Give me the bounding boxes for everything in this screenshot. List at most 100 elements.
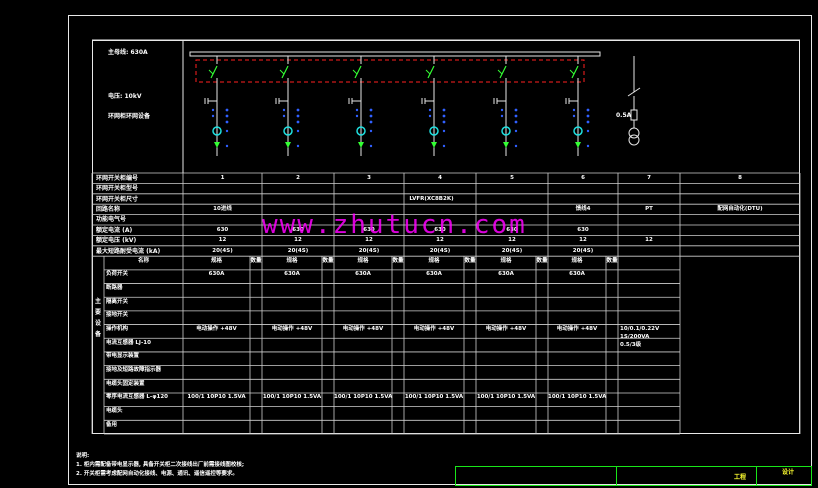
cabinet-number: 7 bbox=[647, 174, 651, 181]
equip-header-name: 名称 bbox=[137, 257, 149, 264]
equip-header-qty: 数量 bbox=[464, 257, 476, 264]
title-block: 工程 设计 bbox=[455, 466, 812, 486]
row-label: 环网开关柜编号 bbox=[96, 174, 139, 182]
feeder-bay-4 bbox=[421, 56, 446, 156]
switch-group-outline bbox=[195, 59, 585, 83]
load-switch-spec: 630A bbox=[569, 271, 585, 278]
equip-header-spec: 规格 bbox=[286, 257, 298, 264]
equip-header-spec: 规格 bbox=[571, 257, 583, 264]
ct-symbol bbox=[296, 120, 300, 124]
cabinet-model: LVFR(XC8B2K) bbox=[409, 195, 454, 202]
row-label: 回路名称 bbox=[96, 206, 121, 213]
equip-row-label: 电流互感器 LJ-10 bbox=[106, 339, 151, 346]
equip-row-label: 备用 bbox=[106, 421, 118, 428]
zero-ct-spec: 100/1 10P10 1.5VA bbox=[404, 394, 464, 401]
equip-row-label: 电缆头 bbox=[106, 408, 123, 415]
cable-arrow bbox=[503, 142, 509, 148]
cable-arrow bbox=[214, 142, 220, 148]
feeder-bay-2 bbox=[275, 56, 300, 156]
cable-arrow bbox=[431, 142, 437, 148]
ct-symbol bbox=[586, 114, 590, 118]
rated-current: 630 bbox=[216, 226, 229, 233]
feeder-bay-1 bbox=[204, 56, 229, 156]
equip-header-spec: 规格 bbox=[210, 257, 222, 264]
equip-header-qty: 数量 bbox=[392, 257, 404, 264]
pt-spec: 10/0.1/0.22V bbox=[620, 326, 660, 333]
zero-ct-spec: 100/1 10P10 1.5VA bbox=[262, 394, 322, 401]
ct-symbol bbox=[369, 114, 373, 118]
operation-spec: 电动操作 +48V bbox=[556, 326, 598, 333]
equip-row-label: 接地开关 bbox=[106, 312, 129, 319]
zero-ct-spec: 100/1 10P10 1.5VA bbox=[476, 394, 536, 401]
load-switch-symbol bbox=[427, 65, 435, 79]
short-circuit-current: 20(4S) bbox=[287, 247, 309, 254]
short-circuit-current: 20(4S) bbox=[429, 247, 451, 254]
feeder-bay-3 bbox=[348, 56, 373, 156]
rated-current: 630 bbox=[577, 226, 589, 233]
equip-header-spec: 规格 bbox=[357, 257, 369, 264]
equip-header-qty: 数量 bbox=[250, 257, 262, 264]
equip-row-label: 带电显示装置 bbox=[106, 353, 140, 360]
row-label: 环网开关柜型号 bbox=[96, 185, 139, 193]
cabinet-number: 3 bbox=[367, 174, 371, 181]
row-label: 最大短路耐受电流 (kA) bbox=[96, 247, 161, 255]
load-switch-symbol bbox=[281, 65, 289, 79]
load-switch-symbol bbox=[571, 65, 579, 79]
zero-ct-spec: 100/1 10P10 1.5VA bbox=[334, 394, 393, 401]
zero-ct-spec: 100/1 10P10 1.5VA bbox=[548, 394, 607, 401]
cabinet-number: 2 bbox=[296, 174, 300, 181]
load-switch-symbol bbox=[210, 65, 218, 79]
equip-row-label: 电缆头固定装置 bbox=[106, 380, 145, 387]
short-circuit-current: 20(4S) bbox=[358, 247, 380, 254]
row-label: 环网开关柜尺寸 bbox=[96, 195, 139, 203]
rated-voltage: 12 bbox=[579, 237, 587, 244]
fuse-label: 0.5A bbox=[616, 112, 632, 119]
equip-header-qty: 数量 bbox=[606, 257, 618, 264]
ct-symbol bbox=[369, 120, 373, 124]
ct-symbol bbox=[514, 120, 518, 124]
feeder-bay-6 bbox=[565, 56, 590, 156]
circuit-name: 配网自动化(DTU) bbox=[717, 206, 763, 212]
equip-header-qty: 数量 bbox=[536, 257, 548, 264]
ct-symbol bbox=[586, 108, 590, 112]
row-label: 额定电压 (kV) bbox=[96, 237, 137, 245]
load-switch-symbol bbox=[499, 65, 507, 79]
short-circuit-current: 20(4S) bbox=[212, 247, 233, 254]
row-label: 功能电气号 bbox=[96, 216, 127, 224]
equip-row-label: 负荷开关 bbox=[106, 271, 129, 278]
ct-symbol bbox=[225, 108, 229, 112]
equip-row-label: 零序电流互感器 L-φ120 bbox=[106, 394, 168, 401]
ct-symbol bbox=[369, 108, 373, 112]
pt-bay bbox=[627, 56, 641, 146]
rated-voltage: 12 bbox=[218, 237, 227, 244]
cable-arrow bbox=[285, 142, 291, 148]
load-switch-spec: 630A bbox=[355, 271, 371, 278]
notes: 说明: 1. 柜内需配备带电显示器, 具备开关柜二次接线出厂前需接线图校核; 2… bbox=[76, 452, 244, 479]
equip-row-label: 隔离开关 bbox=[106, 298, 129, 305]
title-block-design: 设计 bbox=[782, 469, 795, 476]
equip-row-label: 断路器 bbox=[106, 285, 123, 292]
operation-spec: 电动操作 +48V bbox=[271, 326, 313, 333]
ct-symbol bbox=[225, 120, 229, 124]
load-switch-spec: 630A bbox=[426, 271, 442, 278]
operation-spec: 电动操作 +48V bbox=[196, 326, 237, 333]
load-switch-spec: 630A bbox=[498, 271, 514, 278]
equipment-section-label: 主要设备 bbox=[95, 298, 102, 339]
short-circuit-current: 20(4S) bbox=[501, 247, 523, 254]
rated-voltage: 12 bbox=[645, 237, 653, 244]
ct-symbol bbox=[225, 114, 229, 118]
ct-symbol bbox=[586, 120, 590, 124]
ct-symbol bbox=[514, 108, 518, 112]
circuit-name: 馈线4 bbox=[575, 206, 591, 212]
equip-header-qty: 数量 bbox=[322, 257, 334, 264]
ct-symbol bbox=[514, 114, 518, 118]
ct-symbol bbox=[296, 108, 300, 112]
cabinet-number: 8 bbox=[738, 174, 742, 181]
operation-spec: 电动操作 +48V bbox=[342, 326, 384, 333]
circuit-name: 10进线 bbox=[213, 206, 232, 212]
cabinet-number: 6 bbox=[581, 174, 585, 181]
cabinet-number: 1 bbox=[220, 174, 225, 181]
cabinet-number: 4 bbox=[438, 174, 442, 181]
note-1: 1. 柜内需配备带电显示器, 具备开关柜二次接线出厂前需接线图校核; bbox=[76, 462, 245, 468]
short-circuit-current: 20(4S) bbox=[572, 247, 594, 254]
